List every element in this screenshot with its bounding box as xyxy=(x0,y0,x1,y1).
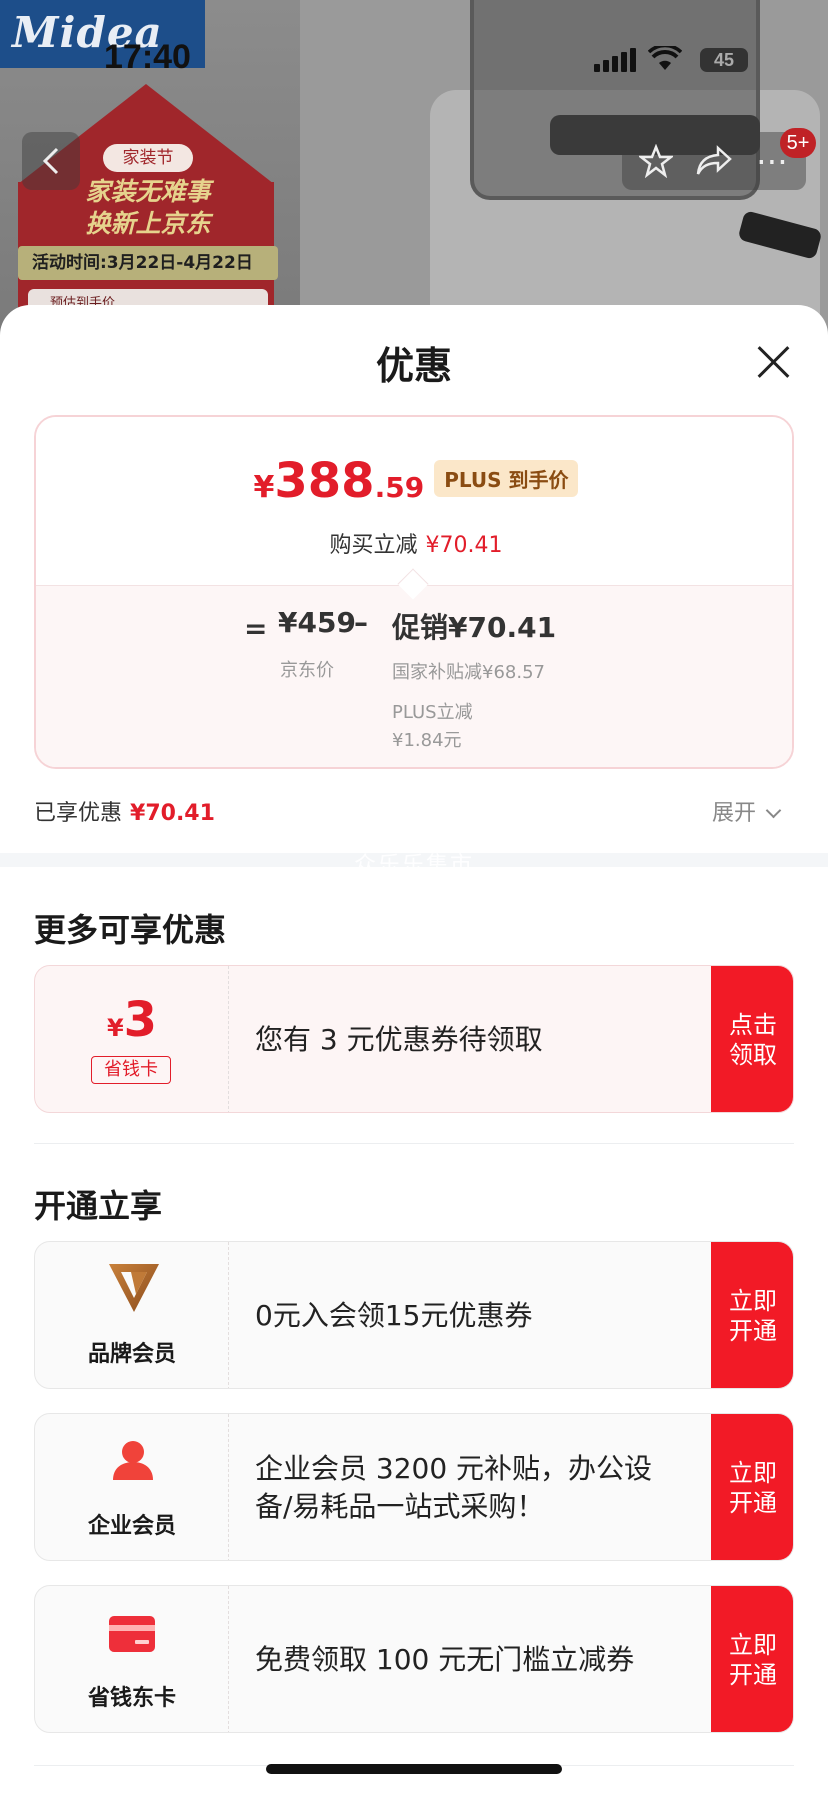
brand-membership-name: 品牌会员 xyxy=(87,1342,176,1367)
national-subsidy: 国家补贴减¥68.57 xyxy=(392,662,545,683)
section-separator xyxy=(34,1143,794,1144)
purchase-reduction-value: ¥70.41 xyxy=(425,533,503,558)
enterprise-membership-badge: 企业会员 xyxy=(35,1414,229,1560)
final-price-currency: ¥ xyxy=(253,470,275,505)
home-indicator[interactable] xyxy=(266,1764,562,1774)
minus-sign: – xyxy=(354,606,368,639)
open-enterprise-membership-button[interactable]: 立即开通 xyxy=(711,1414,793,1560)
enterprise-membership-description: 企业会员 3200 元补贴，办公设备/易耗品一站式采购！ xyxy=(255,1452,653,1523)
jd-price: ¥459 xyxy=(278,606,356,639)
discount-sheet: 优惠 ¥388.59 PLUS 到手价 购买立减 ¥70.41 = ¥459 京东价… xyxy=(0,305,828,1796)
price-calculation: = ¥459 京东价 – 促销¥70.41 国家补贴减¥68.57 PLUS立减… xyxy=(36,585,792,767)
brand-membership-badge: 品牌会员 xyxy=(35,1242,229,1388)
sheet-title: 优惠 xyxy=(375,344,452,388)
open-saving-card-button[interactable]: 立即开通 xyxy=(711,1586,793,1732)
money-saving-card-label: 省钱卡 xyxy=(91,1056,171,1084)
coupon-description: 您有 3 元优惠券待领取 xyxy=(255,1023,543,1056)
share-icon[interactable] xyxy=(692,140,736,182)
chevron-down-icon xyxy=(765,802,782,819)
expand-label: 展开 xyxy=(712,801,757,826)
coupon-value: 3 xyxy=(123,992,158,1048)
battery-icon: 45 xyxy=(700,48,748,72)
saving-card-name: 省钱东卡 xyxy=(87,1686,176,1711)
enjoyed-discount-value: ¥70.41 xyxy=(130,801,215,826)
final-price: ¥388.59 PLUS 到手价 xyxy=(36,453,792,509)
final-price-integer: 388 xyxy=(274,453,375,509)
plus-reduction-value: ¥1.84元 xyxy=(392,730,462,751)
promo-banner: 家装节 家装无难事 换新上京东 活动时间:3月22日-4月22日 预估到手价 xyxy=(18,84,278,340)
jd-price-label: 京东价 xyxy=(280,660,334,681)
coupon-amount: ¥3 xyxy=(35,992,229,1048)
back-button[interactable] xyxy=(22,132,80,190)
brand-membership-offer: 品牌会员 0元入会领15元优惠券 立即开通 xyxy=(34,1241,794,1389)
equals-sign: = xyxy=(244,612,268,645)
watermark: 众乐乐集市 xyxy=(353,853,474,878)
person-icon xyxy=(113,1441,153,1480)
more-offers-title: 更多可享优惠 xyxy=(34,911,227,949)
festival-badge: 家装节 xyxy=(103,144,193,172)
wifi-icon xyxy=(647,43,683,79)
enjoyed-discount: 已享优惠 ¥70.41 xyxy=(34,795,215,827)
status-time: 17:40 xyxy=(104,38,191,76)
final-price-decimal: .59 xyxy=(374,471,425,504)
enterprise-membership-name: 企业会员 xyxy=(87,1514,176,1539)
claim-coupon-button[interactable]: 点击领取 xyxy=(711,966,793,1112)
favorite-star-icon[interactable] xyxy=(634,140,678,182)
open-membership-title: 开通立享 xyxy=(34,1187,163,1225)
brand-member-v-icon xyxy=(109,1264,159,1312)
status-icons: 45 xyxy=(592,43,762,79)
card-icon xyxy=(109,1616,155,1652)
coupon-badge: ¥3 省钱卡 xyxy=(35,966,229,1112)
promo-slogan-line2: 换新上京东 xyxy=(85,209,211,238)
price-breakdown-card: ¥388.59 PLUS 到手价 购买立减 ¥70.41 = ¥459 京东价 – … xyxy=(34,415,794,769)
coupon-currency: ¥ xyxy=(106,1014,124,1042)
saving-card-badge: 省钱东卡 xyxy=(35,1586,229,1732)
message-count-badge: 5+ xyxy=(780,128,816,158)
open-brand-membership-button[interactable]: 立即开通 xyxy=(711,1242,793,1388)
brand-membership-description: 0元入会领15元优惠券 xyxy=(255,1299,533,1332)
purchase-reduction-label: 购买立减 xyxy=(329,533,418,558)
top-action-group: ⋯ xyxy=(622,132,806,190)
enterprise-membership-offer: 企业会员 企业会员 3200 元补贴，办公设备/易耗品一站式采购！ 立即开通 xyxy=(34,1413,794,1561)
coupon-offer: ¥3 省钱卡 您有 3 元优惠券待领取 点击领取 xyxy=(34,965,794,1113)
purchase-reduction: 购买立减 ¥70.41 xyxy=(36,527,792,559)
enjoyed-discount-label: 已享优惠 xyxy=(34,801,123,826)
saving-card-description: 免费领取 100 元无门槛立减券 xyxy=(255,1643,635,1676)
activity-time: 活动时间:3月22日-4月22日 xyxy=(18,246,278,280)
plus-price-tag: PLUS 到手价 xyxy=(434,460,579,497)
promotion-amount: 促销¥70.41 xyxy=(392,611,557,644)
saving-card-offer: 省钱东卡 免费领取 100 元无门槛立减券 立即开通 xyxy=(34,1585,794,1733)
price-summary: ¥388.59 PLUS 到手价 购买立减 ¥70.41 xyxy=(36,417,792,585)
plus-reduction-label: PLUS立减 xyxy=(392,702,473,723)
expand-button[interactable]: 展开 xyxy=(712,795,782,827)
chevron-left-icon xyxy=(42,147,59,175)
close-icon[interactable] xyxy=(752,341,794,383)
